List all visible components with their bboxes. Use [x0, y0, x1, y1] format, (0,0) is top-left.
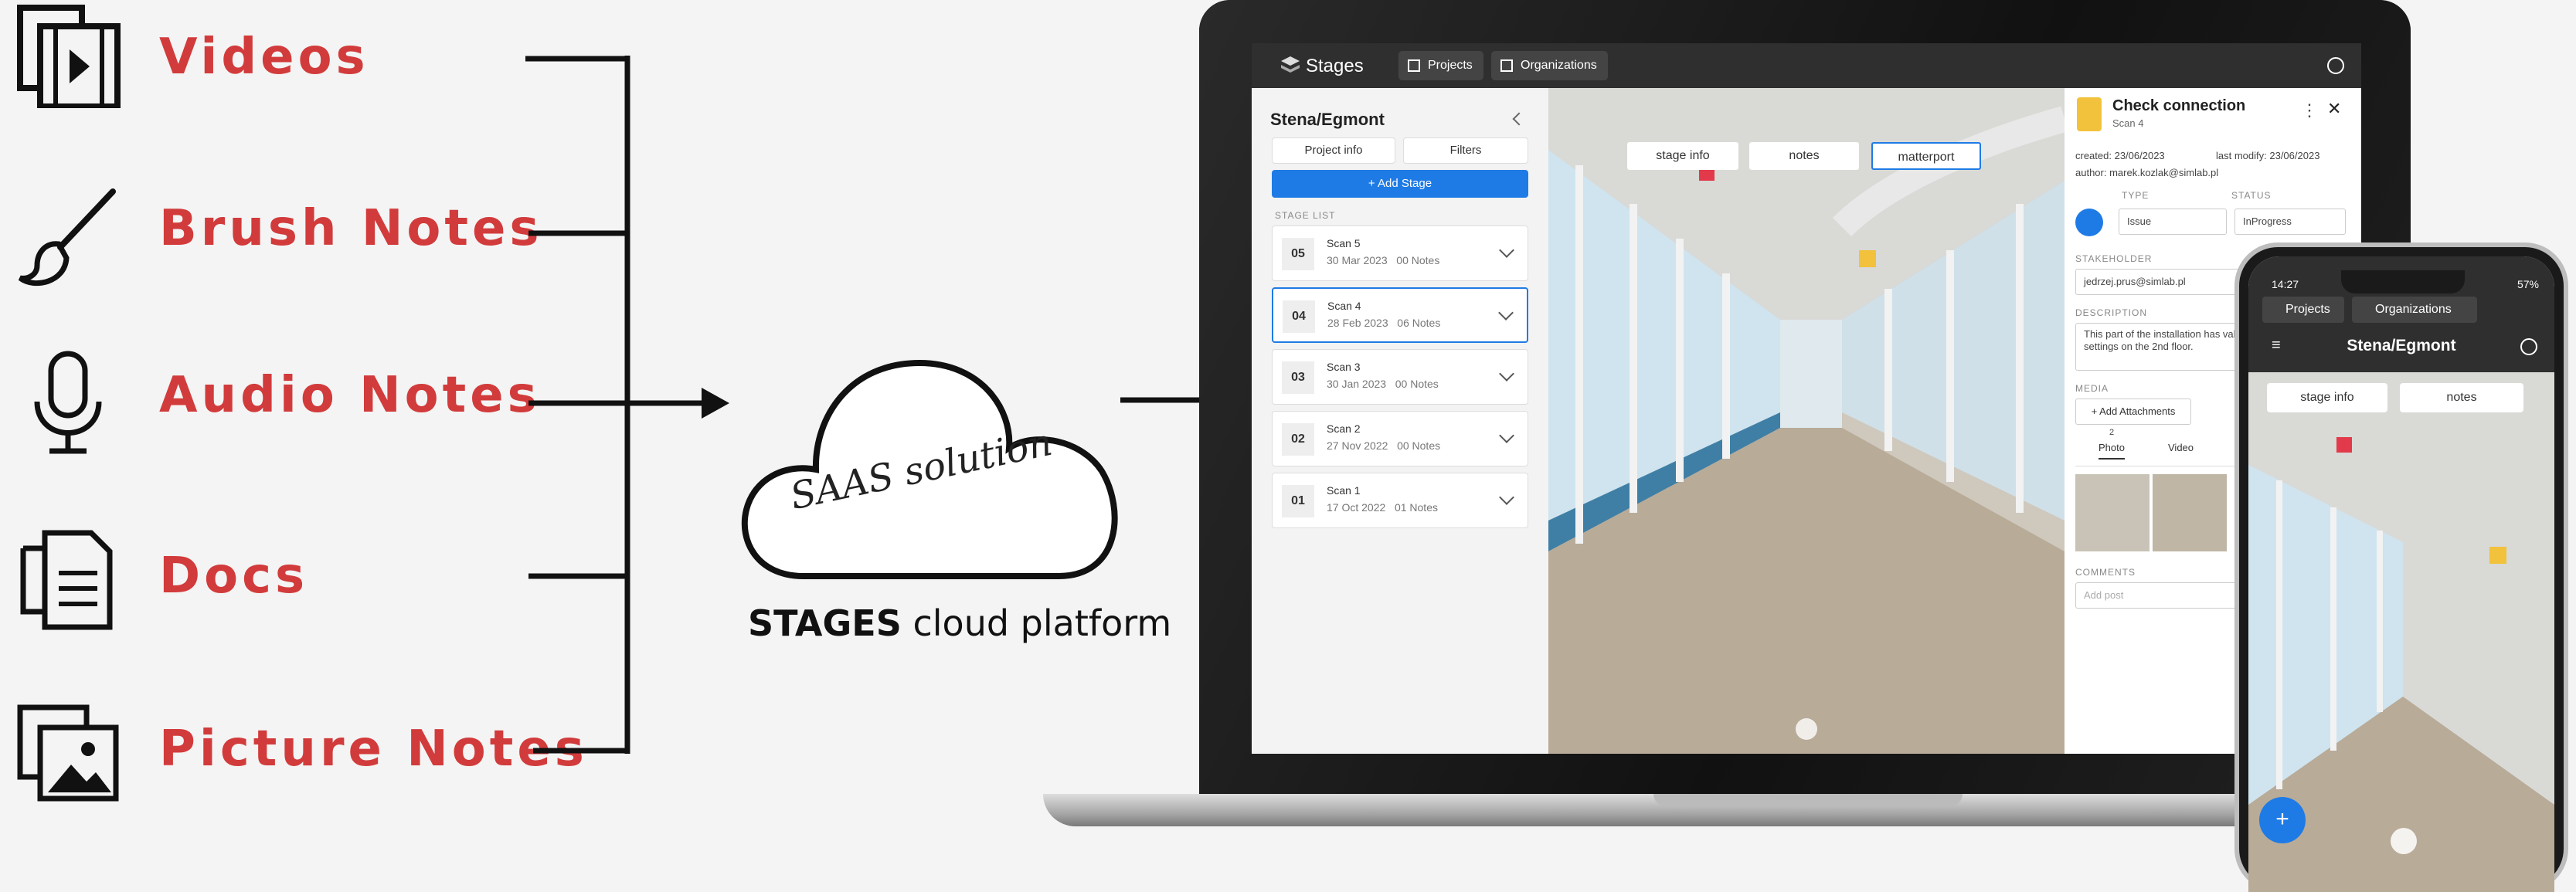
stage-list-item[interactable]: 02 Scan 2 27 Nov 2022 00 Notes: [1272, 411, 1528, 466]
scan-date: 17 Oct 2022: [1327, 501, 1386, 514]
photo-count: 2: [2109, 428, 2115, 437]
media-label: MEDIA: [2075, 383, 2109, 394]
chevron-down-icon[interactable]: [1499, 490, 1514, 505]
comments-label: COMMENTS: [2075, 567, 2136, 578]
cloud-caption-brand: STAGES: [748, 602, 902, 644]
chevron-down-icon[interactable]: [1498, 305, 1514, 321]
nav-organizations-button[interactable]: Organizations: [1491, 51, 1608, 80]
phone-user-icon[interactable]: [2520, 338, 2537, 355]
phone-notch: [2341, 270, 2465, 293]
scan-meta: 30 Mar 2023 00 Notes: [1327, 254, 1439, 266]
scan-number: 04: [1283, 300, 1315, 333]
office-interior-photo: [1548, 88, 2065, 754]
note-subtitle: Scan 4: [2112, 117, 2144, 129]
tab-notes[interactable]: notes: [1749, 142, 1859, 170]
stage-list-item[interactable]: 03 Scan 3 30 Jan 2023 00 Notes: [1272, 349, 1528, 405]
phone-tab-notes[interactable]: notes: [2400, 383, 2523, 412]
type-label: TYPE: [2122, 190, 2149, 201]
nav-projects-label: Projects: [1428, 59, 1473, 72]
phone-expand-icon[interactable]: [2391, 828, 2417, 854]
stakeholder-label: STAKEHOLDER: [2075, 253, 2153, 264]
scan-number: 02: [1282, 423, 1314, 456]
status-label: STATUS: [2231, 190, 2272, 201]
attachment-thumbnail[interactable]: [2075, 474, 2149, 551]
stages-logo-icon: [1281, 56, 1300, 73]
add-attachments-button[interactable]: + Add Attachments: [2075, 399, 2191, 425]
tab-matterport[interactable]: matterport: [1871, 142, 1981, 170]
laptop-screen: Stages Projects Organizations Stena/Egmo…: [1252, 43, 2361, 754]
scan-number: 01: [1282, 485, 1314, 517]
scan-name: Scan 5: [1327, 237, 1361, 249]
scan-name: Scan 2: [1327, 422, 1361, 435]
nav-projects-button[interactable]: Projects: [1398, 51, 1483, 80]
nav-organizations-label: Organizations: [1521, 59, 1597, 72]
user-account-icon[interactable]: [2327, 57, 2344, 74]
app-brand: Stages: [1306, 56, 1364, 76]
type-badge-icon: [2075, 209, 2103, 236]
phone-battery: 57%: [2517, 278, 2539, 290]
scan-name: Scan 4: [1327, 300, 1361, 312]
flag-icon: [1500, 59, 1513, 72]
phone-title: Stena/Egmont: [2347, 337, 2456, 354]
stage-list-label: STAGE LIST: [1275, 210, 1336, 221]
stage-sidebar: Stena/Egmont Project info Filters + Add …: [1252, 88, 1548, 754]
scan-number: 03: [1282, 361, 1314, 394]
scan-notes: 06 Notes: [1397, 317, 1441, 329]
chevron-down-icon[interactable]: [1499, 366, 1514, 382]
more-options-icon[interactable]: ⋮: [2301, 100, 2318, 120]
status-select[interactable]: InProgress: [2234, 209, 2346, 235]
laptop-notch: [1653, 794, 1963, 806]
chevron-down-icon[interactable]: [1499, 243, 1514, 258]
tab-video[interactable]: Video: [2168, 442, 2194, 453]
scan-number: 05: [1282, 238, 1314, 270]
scan-date: 30 Jan 2023: [1327, 378, 1387, 390]
tab-photo[interactable]: Photo: [2099, 442, 2125, 460]
tab-stage-info[interactable]: stage info: [1627, 142, 1738, 170]
description-label: DESCRIPTION: [2075, 307, 2148, 318]
add-stage-button[interactable]: + Add Stage: [1272, 170, 1528, 198]
attachment-thumbnail[interactable]: [2153, 474, 2227, 551]
app-bar: Stages Projects Organizations: [1252, 43, 2361, 88]
scan-viewer[interactable]: stage info notes matterport: [1548, 88, 2065, 754]
stage-list-item[interactable]: 05 Scan 5 30 Mar 2023 00 Notes: [1272, 226, 1528, 281]
stage-list-item-selected[interactable]: 04 Scan 4 28 Feb 2023 06 Notes: [1272, 287, 1528, 343]
project-title: Stena/Egmont: [1270, 110, 1385, 129]
scan-notes: 01 Notes: [1394, 501, 1438, 514]
clock-note-icon: [2077, 97, 2102, 131]
close-icon[interactable]: ✕: [2327, 99, 2341, 119]
scan-date: 28 Feb 2023: [1327, 317, 1388, 329]
cloud-caption-text: cloud platform: [901, 602, 1172, 644]
scan-notes: 00 Notes: [1395, 378, 1439, 390]
project-info-button[interactable]: Project info: [1272, 137, 1395, 164]
created-date: created: 23/06/2023: [2075, 150, 2165, 161]
stage-list-item[interactable]: 01 Scan 1 17 Oct 2022 01 Notes: [1272, 473, 1528, 528]
cloud-caption: STAGES cloud platform: [748, 602, 1171, 644]
arrow-head-to-cloud: [702, 388, 729, 419]
phone-time: 14:27: [2272, 278, 2299, 290]
last-modify-date: last modify: 23/06/2023: [2216, 150, 2320, 161]
phone-tab-stage-info[interactable]: stage info: [2267, 383, 2387, 412]
phone-nav-organizations[interactable]: Organizations: [2352, 297, 2477, 323]
type-select[interactable]: Issue: [2119, 209, 2227, 235]
phone-screen: 14:27 57% Projects Organizations ≡ Stena…: [2248, 256, 2554, 892]
scan-meta: 27 Nov 2022 00 Notes: [1327, 439, 1440, 452]
author: author: marek.kozlak@simlab.pl: [2075, 167, 2219, 178]
phone-add-button[interactable]: +: [2259, 797, 2306, 843]
scan-name: Scan 3: [1327, 361, 1361, 373]
scan-notes: 00 Notes: [1397, 439, 1441, 452]
scan-notes: 00 Notes: [1396, 254, 1440, 266]
phone-nav-projects[interactable]: Projects: [2262, 297, 2344, 323]
scan-meta: 30 Jan 2023 00 Notes: [1327, 378, 1439, 390]
scan-date: 30 Mar 2023: [1327, 254, 1388, 266]
scan-name: Scan 1: [1327, 484, 1361, 497]
grid-icon: [1408, 59, 1420, 72]
chevron-down-icon[interactable]: [1499, 428, 1514, 443]
scan-date: 27 Nov 2022: [1327, 439, 1388, 452]
collapse-sidebar-icon[interactable]: [1512, 112, 1526, 126]
scan-meta: 28 Feb 2023 06 Notes: [1327, 317, 1440, 329]
filters-button[interactable]: Filters: [1403, 137, 1528, 164]
scan-meta: 17 Oct 2022 01 Notes: [1327, 501, 1438, 514]
note-title: Check connection: [2112, 97, 2246, 114]
